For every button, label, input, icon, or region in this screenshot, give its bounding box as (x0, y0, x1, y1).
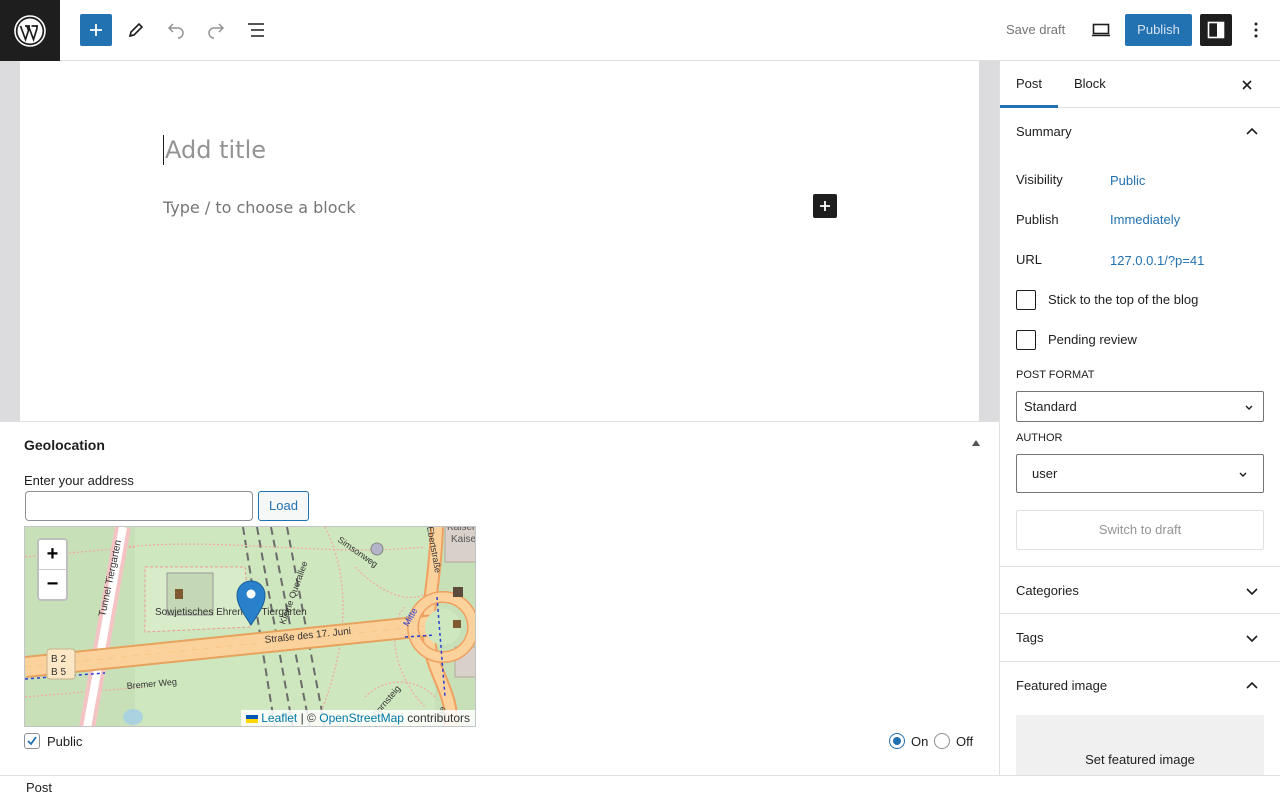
summary-heading: Summary (1016, 124, 1072, 139)
breadcrumb-post[interactable]: Post (26, 780, 52, 795)
categories-panel-header[interactable]: Categories (1000, 566, 1280, 614)
post-title-input[interactable]: Add title (163, 135, 266, 165)
settings-sidebar: Post Block Summary Visibility Public Pub… (999, 61, 1280, 775)
visibility-value[interactable]: Public (1110, 173, 1145, 188)
set-featured-image-button[interactable]: Set featured image (1016, 715, 1264, 775)
pending-review-label: Pending review (1048, 332, 1137, 347)
attribution-separator: | © (300, 711, 316, 725)
url-value[interactable]: 127.0.0.1/?p=41 (1110, 253, 1204, 268)
document-overview-button[interactable] (240, 14, 272, 46)
plus-icon (820, 201, 830, 211)
block-breadcrumb: Post (0, 775, 1280, 800)
categories-heading: Categories (1016, 583, 1079, 598)
author-select[interactable]: user (1016, 454, 1264, 493)
collapse-triangle-icon[interactable] (972, 440, 980, 446)
switch-to-draft-button[interactable]: Switch to draft (1016, 510, 1264, 550)
wordpress-logo-icon[interactable] (0, 0, 60, 61)
chevron-down-icon (1239, 472, 1247, 477)
address-label: Enter your address (24, 473, 134, 488)
inline-add-block-button[interactable] (813, 194, 837, 218)
map-label-b5: B 5 (51, 667, 66, 678)
zoom-in-button[interactable]: + (39, 540, 66, 570)
attribution-contributors: contributors (407, 711, 470, 725)
post-format-label: POST FORMAT (1016, 369, 1095, 381)
list-view-icon (248, 23, 264, 37)
more-vertical-icon (1254, 22, 1258, 38)
checkmark-icon (27, 736, 37, 746)
public-checkbox[interactable] (24, 733, 40, 749)
summary-panel-header[interactable]: Summary (1000, 108, 1280, 156)
map-tiles: Sowjetisches Ehrenmal Tiergarten Straße … (25, 527, 476, 726)
chevron-down-icon (1246, 588, 1258, 596)
public-label: Public (47, 733, 83, 749)
map-zoom-control: + − (37, 538, 68, 601)
options-button[interactable] (1240, 14, 1272, 46)
on-label: On (911, 733, 929, 749)
desktop-icon (1092, 23, 1110, 37)
publish-label: Publish (1016, 212, 1059, 227)
leaflet-link[interactable]: Leaflet (261, 711, 297, 725)
tools-button[interactable] (120, 14, 152, 46)
editor-canvas-wrapper: Add title Type / to choose a block (0, 61, 999, 422)
ukraine-flag-icon (245, 715, 258, 723)
url-label: URL (1016, 252, 1043, 267)
plus-icon (90, 24, 102, 36)
map-label-b2: B 2 (51, 654, 66, 665)
settings-toggle-button[interactable] (1200, 14, 1232, 46)
chevron-up-icon (1246, 127, 1258, 135)
visibility-label: Visibility (1016, 172, 1063, 187)
off-radio[interactable] (934, 733, 950, 749)
post-format-select[interactable]: Standard (1016, 391, 1264, 422)
undo-icon (167, 23, 184, 39)
redo-icon (208, 23, 225, 39)
off-radio-row: Off (934, 733, 973, 749)
on-radio[interactable] (889, 733, 905, 749)
on-radio-row: On (889, 733, 928, 749)
tab-block[interactable]: Block (1058, 61, 1122, 108)
publish-value[interactable]: Immediately (1110, 212, 1180, 227)
stick-to-top-checkbox[interactable] (1016, 290, 1036, 310)
map-attribution: Leaflet | © OpenStreetMap contributors (240, 710, 475, 726)
off-label: Off (956, 733, 974, 749)
sidebar-icon (1207, 21, 1225, 39)
editor-header: Save draft Publish (0, 0, 1280, 61)
chevron-down-icon (1246, 635, 1258, 643)
geolocation-heading: Geolocation (24, 437, 105, 453)
stick-to-top-label: Stick to the top of the blog (1048, 292, 1199, 307)
redo-button[interactable] (200, 14, 232, 46)
add-block-button[interactable] (80, 14, 112, 46)
pending-review-checkbox[interactable] (1016, 330, 1036, 350)
close-icon (1242, 80, 1252, 90)
author-label: AUTHOR (1016, 432, 1063, 444)
pencil-icon (128, 22, 144, 38)
map-label-haus: Kaiser Haus (451, 534, 476, 545)
geolocation-meta-box: Geolocation Enter your address Load Sowj… (0, 421, 999, 775)
author-value: user (1032, 466, 1058, 481)
undo-button[interactable] (160, 14, 192, 46)
zoom-out-button[interactable]: − (39, 570, 66, 600)
tags-heading: Tags (1016, 630, 1044, 645)
public-checkbox-row: Public (24, 733, 82, 749)
map[interactable]: Sowjetisches Ehrenmal Tiergarten Straße … (24, 526, 476, 727)
save-draft-button[interactable]: Save draft (998, 15, 1073, 45)
close-sidebar-button[interactable] (1235, 73, 1259, 97)
set-featured-image-label: Set featured image (1085, 752, 1195, 767)
tab-post[interactable]: Post (1000, 61, 1059, 108)
preview-button[interactable] (1085, 14, 1117, 46)
sidebar-tabs: Post Block (1000, 61, 1280, 108)
featured-image-panel-header[interactable]: Featured image (1000, 662, 1280, 710)
publish-button[interactable]: Publish (1125, 14, 1192, 46)
chevron-down-icon (1245, 405, 1253, 410)
tags-panel-header[interactable]: Tags (1000, 614, 1280, 662)
map-label-haus-1: Kaiser (447, 527, 476, 533)
featured-image-heading: Featured image (1016, 678, 1108, 693)
editor-canvas: Add title Type / to choose a block (20, 61, 979, 422)
chevron-up-icon (1246, 681, 1258, 689)
load-button[interactable]: Load (258, 491, 309, 521)
post-format-value: Standard (1024, 399, 1077, 414)
address-input[interactable] (25, 491, 253, 521)
block-appender-placeholder[interactable]: Type / to choose a block (163, 198, 356, 217)
openstreetmap-link[interactable]: OpenStreetMap (319, 711, 404, 725)
